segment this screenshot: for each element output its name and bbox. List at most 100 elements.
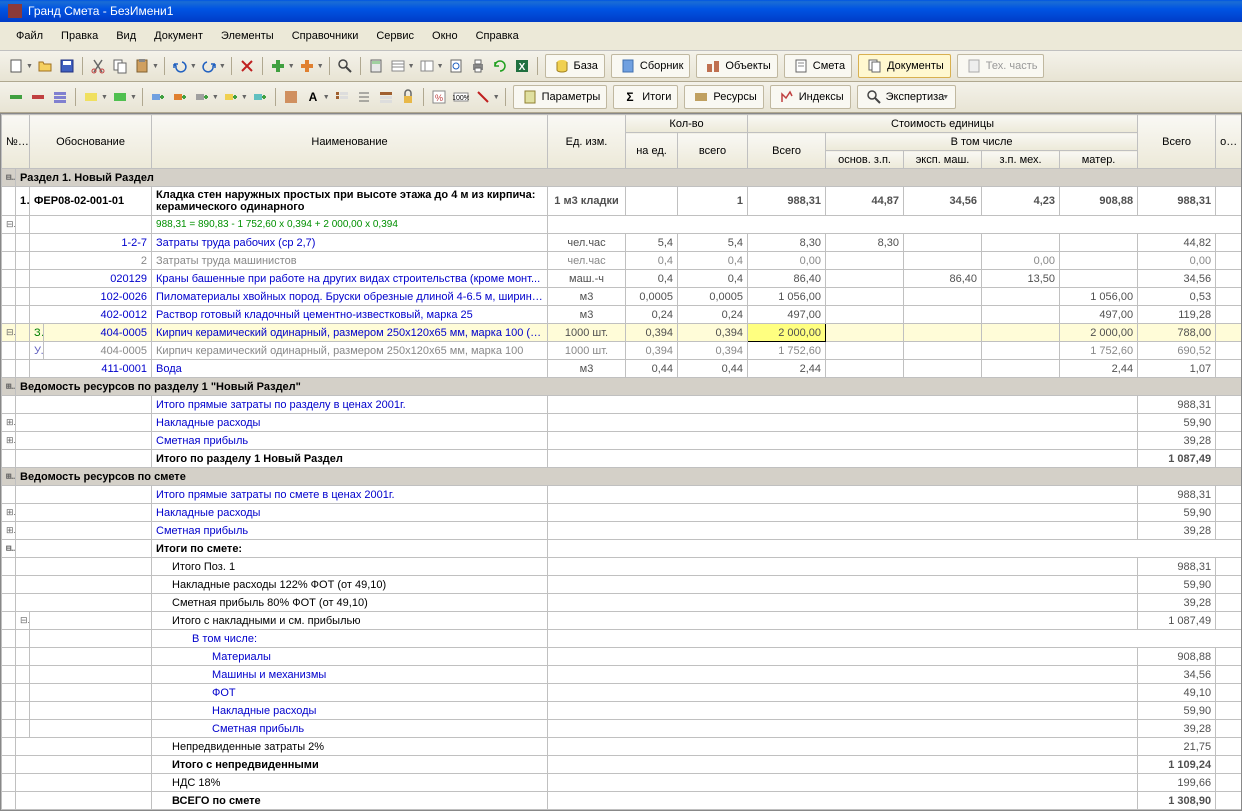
col-vsego1[interactable]: Всего bbox=[748, 133, 826, 169]
col-naed[interactable]: на ед. bbox=[626, 133, 678, 169]
dropdown-icon[interactable]: ▼ bbox=[212, 94, 219, 101]
table-row[interactable]: Материалы908,88 bbox=[2, 648, 1242, 666]
menu-reference[interactable]: Справочники bbox=[284, 26, 367, 46]
redo-icon[interactable] bbox=[200, 57, 218, 75]
col-vsego[interactable]: Всего bbox=[1138, 115, 1216, 169]
table-row[interactable]: ⊟Итоги по смете: bbox=[2, 540, 1242, 558]
section-row[interactable]: ⊞Ведомость ресурсов по смете bbox=[2, 468, 1242, 486]
100-icon[interactable]: 100% bbox=[452, 88, 470, 106]
table-row[interactable]: Машины и механизмы34,56 bbox=[2, 666, 1242, 684]
tab-dokumenty[interactable]: Документы bbox=[858, 54, 951, 78]
dropdown-icon[interactable]: ▼ bbox=[493, 94, 500, 101]
table-row[interactable]: Непредвиденные затраты 2%21,75 bbox=[2, 738, 1242, 756]
save-icon[interactable] bbox=[58, 57, 76, 75]
table-row[interactable]: Итого с непредвиденными1 109,24 bbox=[2, 756, 1242, 774]
menu-view[interactable]: Вид bbox=[108, 26, 144, 46]
copy-icon[interactable] bbox=[111, 57, 129, 75]
menu-document[interactable]: Документ bbox=[146, 26, 211, 46]
add-yellow-icon[interactable] bbox=[222, 88, 240, 106]
tab-smeta[interactable]: Смета bbox=[784, 54, 852, 78]
col-osnzp[interactable]: основ. з.п. bbox=[826, 151, 904, 169]
percent-icon[interactable]: % bbox=[430, 88, 448, 106]
expand-icon[interactable]: ⊞ bbox=[2, 504, 16, 522]
tab-sbornik[interactable]: Сборник bbox=[611, 54, 691, 78]
menu-elements[interactable]: Элементы bbox=[213, 26, 282, 46]
table-row[interactable]: Уд404-0005Кирпич керамический одинарный,… bbox=[2, 342, 1242, 360]
table-row[interactable]: Накладные расходы59,90 bbox=[2, 702, 1242, 720]
undo-icon[interactable] bbox=[171, 57, 189, 75]
dropdown-icon[interactable]: ▼ bbox=[241, 94, 248, 101]
tab-itogi[interactable]: ΣИтоги bbox=[613, 85, 678, 109]
open-icon[interactable] bbox=[36, 57, 54, 75]
list1-icon[interactable] bbox=[333, 88, 351, 106]
table-row[interactable]: Итого по разделу 1 Новый Раздел1 087,49 bbox=[2, 450, 1242, 468]
table-row[interactable]: ⊟Итого с накладными и см. прибылью1 087,… bbox=[2, 612, 1242, 630]
dropdown-icon[interactable]: ▼ bbox=[130, 94, 137, 101]
col-osnov[interactable]: основ. bbox=[1216, 115, 1242, 169]
section-row[interactable]: ⊞Ведомость ресурсов по разделу 1 "Новый … bbox=[2, 378, 1242, 396]
collapse-icon[interactable]: ⊟ bbox=[16, 612, 30, 630]
table-row[interactable]: Итого прямые затраты по смете в ценах 20… bbox=[2, 486, 1242, 504]
dropdown-icon[interactable]: ▼ bbox=[317, 63, 324, 70]
table-row[interactable]: Сметная прибыль39,28 bbox=[2, 720, 1242, 738]
add-green-icon[interactable] bbox=[269, 57, 287, 75]
dropdown-icon[interactable]: ▼ bbox=[152, 63, 159, 70]
col-edizm[interactable]: Ед. изм. bbox=[548, 115, 626, 169]
collapse-icon[interactable]: ⊟ bbox=[2, 540, 16, 558]
strike-icon[interactable] bbox=[474, 88, 492, 106]
preview-icon[interactable] bbox=[447, 57, 465, 75]
dropdown-icon[interactable]: ▼ bbox=[26, 63, 33, 70]
data-table[interactable]: № п.п Обоснование Наименование Ед. изм. … bbox=[1, 114, 1242, 810]
new-icon[interactable] bbox=[7, 57, 25, 75]
lock-icon[interactable] bbox=[399, 88, 417, 106]
tool-a-icon[interactable] bbox=[282, 88, 300, 106]
add-row-icon[interactable] bbox=[171, 88, 189, 106]
col-kolvo[interactable]: Кол-во bbox=[626, 115, 748, 133]
tab-indeksy[interactable]: Индексы bbox=[770, 85, 851, 109]
expand-icon[interactable]: ⊞ bbox=[2, 378, 16, 396]
tab-tehchast[interactable]: Тех. часть bbox=[957, 54, 1045, 78]
table-row[interactable]: 1-2-7Затраты труда рабочих (ср 2,7)чел.ч… bbox=[2, 234, 1242, 252]
table-row[interactable]: 402-0012Раствор готовый кладочный цемент… bbox=[2, 306, 1242, 324]
color-icon[interactable] bbox=[111, 88, 129, 106]
menu-service[interactable]: Сервис bbox=[368, 26, 422, 46]
dropdown-icon[interactable]: ▼ bbox=[288, 63, 295, 70]
add-item-icon[interactable] bbox=[193, 88, 211, 106]
section-row[interactable]: ⊟Раздел 1. Новый Раздел bbox=[2, 169, 1242, 187]
menu-window[interactable]: Окно bbox=[424, 26, 466, 46]
view2-icon[interactable] bbox=[418, 57, 436, 75]
col-obosnovanie[interactable]: Обоснование bbox=[30, 115, 152, 169]
grid[interactable]: № п.п Обоснование Наименование Ед. изм. … bbox=[0, 113, 1242, 811]
table-row[interactable]: ВСЕГО по смете1 308,90 bbox=[2, 792, 1242, 810]
dropdown-icon[interactable]: ▼ bbox=[190, 63, 197, 70]
add-cyan-icon[interactable] bbox=[251, 88, 269, 106]
refresh-icon[interactable] bbox=[491, 57, 509, 75]
row-green-icon[interactable] bbox=[7, 88, 25, 106]
table-row[interactable]: Сметная прибыль 80% ФОТ (от 49,10)39,28 bbox=[2, 594, 1242, 612]
text-icon[interactable]: A bbox=[304, 88, 322, 106]
tab-baza[interactable]: База bbox=[545, 54, 605, 78]
table-row[interactable]: 102-0026Пиломатериалы хвойных пород. Бру… bbox=[2, 288, 1242, 306]
col-naimenovanie[interactable]: Наименование bbox=[152, 115, 548, 169]
col-mater[interactable]: матер. bbox=[1060, 151, 1138, 169]
table-row[interactable]: Итого Поз. 1988,31 bbox=[2, 558, 1242, 576]
table-row[interactable]: В том числе: bbox=[2, 630, 1242, 648]
table-row[interactable]: ⊟З404-0005Кирпич керамический одинарный,… bbox=[2, 324, 1242, 342]
dropdown-icon[interactable]: ▼ bbox=[101, 94, 108, 101]
table-row[interactable]: Накладные расходы 122% ФОТ (от 49,10)59,… bbox=[2, 576, 1242, 594]
calc-icon[interactable] bbox=[367, 57, 385, 75]
col-vtomchisle[interactable]: В том числе bbox=[826, 133, 1138, 151]
expand-icon[interactable]: ⊞ bbox=[2, 522, 16, 540]
dropdown-icon[interactable]: ▼ bbox=[437, 63, 444, 70]
col-npp[interactable]: № п.п bbox=[2, 115, 30, 169]
delete-icon[interactable] bbox=[238, 57, 256, 75]
table-row[interactable]: 1 ФЕР08-02-001-01 Кладка стен наружных п… bbox=[2, 187, 1242, 216]
dropdown-icon[interactable]: ▼ bbox=[219, 63, 226, 70]
table-row[interactable]: ⊞Накладные расходы59,90 bbox=[2, 504, 1242, 522]
table-row[interactable]: ⊞Сметная прибыль39,28 bbox=[2, 432, 1242, 450]
table-row[interactable]: ФОТ49,10 bbox=[2, 684, 1242, 702]
table-row[interactable]: 020129Краны башенные при работе на други… bbox=[2, 270, 1242, 288]
tab-resursy[interactable]: Ресурсы bbox=[684, 85, 763, 109]
add-orange-icon[interactable] bbox=[298, 57, 316, 75]
list2-icon[interactable] bbox=[355, 88, 373, 106]
